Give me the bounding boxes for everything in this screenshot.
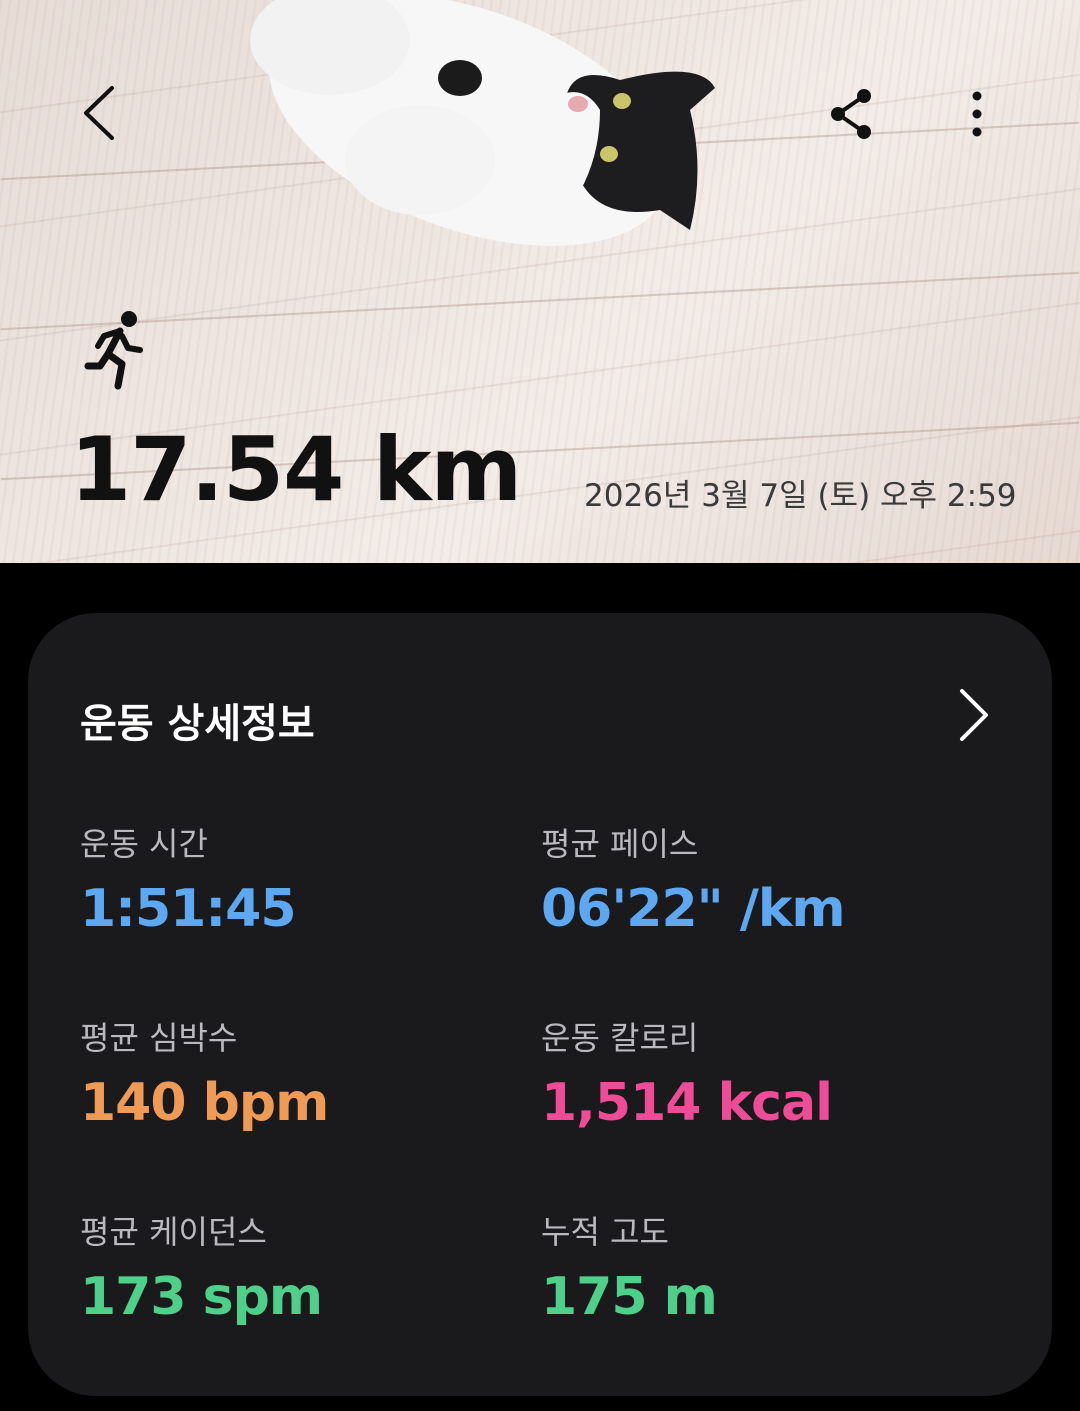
details-title: 운동 상세정보	[80, 701, 315, 747]
back-button[interactable]	[70, 78, 130, 148]
details-open-button[interactable]	[946, 683, 996, 747]
stat-label: 누적 고도	[541, 1213, 669, 1251]
stat-label: 평균 케이던스	[80, 1213, 267, 1251]
stat-calories: 운동 칼로리 1,514 kcal	[541, 1013, 833, 1135]
stat-workout-time: 운동 시간 1:51:45	[80, 819, 296, 941]
stat-average-heart-rate: 평균 심박수 140 bpm	[80, 1013, 329, 1135]
stat-label: 평균 심박수	[80, 1019, 238, 1057]
hero-photo: 17.54 km 2026년 3월 7일 (토) 오후 2:59	[0, 0, 1080, 563]
more-vertical-icon	[972, 91, 982, 137]
workout-datetime: 2026년 3월 7일 (토) 오후 2:59	[584, 478, 1017, 514]
share-icon	[831, 89, 871, 139]
stat-average-cadence: 평균 케이던스 173 spm	[80, 1207, 323, 1329]
distance-value: 17.54 km	[70, 418, 522, 521]
stat-value: 06'22" /km	[541, 879, 846, 939]
stat-value: 1:51:45	[80, 879, 296, 939]
chevron-right-icon	[960, 689, 988, 741]
stat-label: 운동 시간	[80, 825, 208, 863]
stat-value: 1,514 kcal	[541, 1073, 833, 1133]
workout-details-card[interactable]: 운동 상세정보 운동 시간 1:51:45 평균 페이스 06'22" /km …	[28, 613, 1052, 1396]
stat-average-pace: 평균 페이스 06'22" /km	[541, 819, 846, 941]
more-options-button[interactable]	[952, 84, 1002, 144]
stat-value: 140 bpm	[80, 1073, 329, 1133]
stat-value: 173 spm	[80, 1267, 323, 1327]
share-button[interactable]	[822, 84, 882, 144]
stat-elevation-gain: 누적 고도 175 m	[541, 1207, 718, 1329]
stat-label: 평균 페이스	[541, 825, 699, 863]
stat-value: 175 m	[541, 1267, 718, 1327]
running-person-icon	[84, 311, 143, 390]
chevron-left-icon	[84, 86, 114, 140]
stat-label: 운동 칼로리	[541, 1019, 699, 1057]
